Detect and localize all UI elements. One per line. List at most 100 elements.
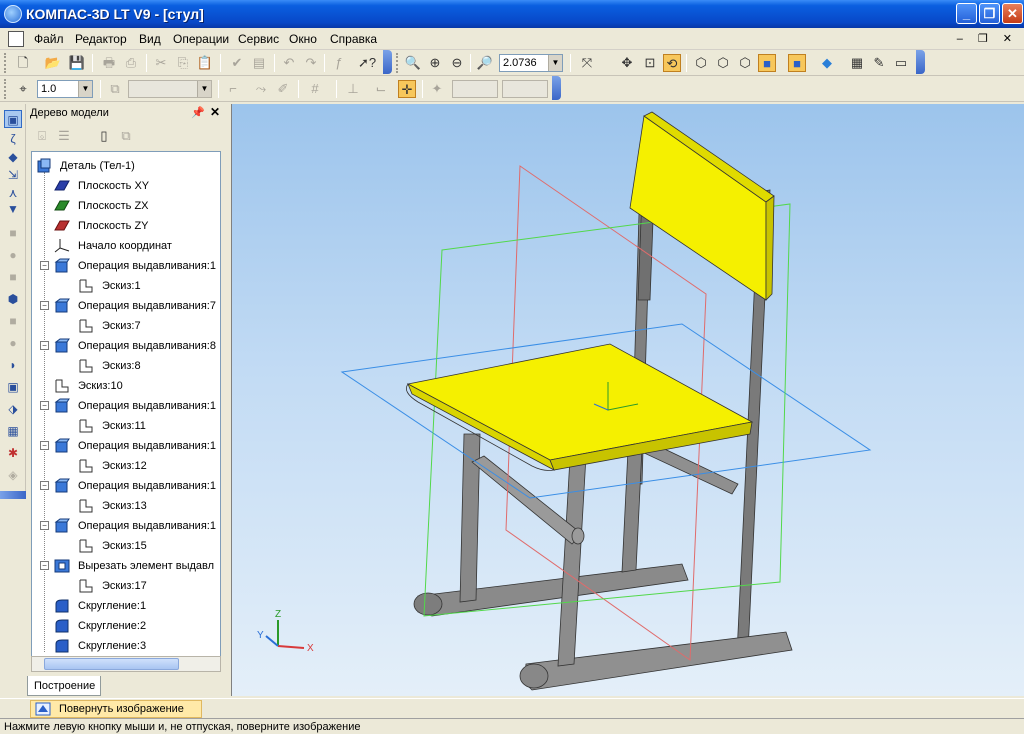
orientation-icon[interactable]: ⤧ bbox=[578, 54, 596, 72]
tree-mode-icon[interactable]: ⌺ bbox=[33, 127, 51, 145]
toolbar-end[interactable] bbox=[916, 50, 925, 74]
menu-help[interactable]: Справка bbox=[330, 32, 377, 46]
chevron-down-icon[interactable]: ▼ bbox=[78, 81, 92, 97]
toolbar-end[interactable] bbox=[552, 76, 561, 100]
pin-icon[interactable]: 📌 bbox=[191, 106, 205, 119]
toolbar-grip[interactable] bbox=[4, 79, 7, 99]
shaded-edges-icon[interactable]: ■ bbox=[788, 54, 806, 72]
collapse-icon[interactable]: − bbox=[40, 561, 49, 570]
layer-field[interactable]: ▼ bbox=[128, 80, 212, 98]
rotate-op-icon[interactable]: ● bbox=[4, 246, 22, 264]
print-preview-icon[interactable]: ⎙ bbox=[122, 54, 140, 72]
collapse-icon[interactable]: − bbox=[40, 261, 49, 270]
chamfer-op-icon[interactable]: ▣ bbox=[4, 378, 22, 396]
show-all-icon[interactable]: ⊡ bbox=[641, 54, 659, 72]
edit-icon[interactable]: ◆ bbox=[4, 148, 22, 166]
tree-relations-icon[interactable]: ⧉ bbox=[117, 127, 135, 145]
rotate-hint[interactable]: Повернуть изображение bbox=[30, 700, 202, 718]
step-field[interactable]: 1.0 ▼ bbox=[37, 80, 93, 98]
coord-x-field[interactable] bbox=[452, 80, 498, 98]
mdi-window-buttons[interactable]: – ❐ ✕ bbox=[957, 32, 1018, 45]
collapse-icon[interactable]: − bbox=[40, 441, 49, 450]
loft-op-icon[interactable]: ■ bbox=[4, 312, 22, 330]
menu-file[interactable]: Файл bbox=[34, 32, 64, 46]
zoom-out-icon[interactable]: ⊖ bbox=[448, 54, 466, 72]
paste-icon[interactable]: 📋 bbox=[196, 54, 214, 72]
chevron-down-icon[interactable]: ▼ bbox=[197, 81, 211, 97]
menu-operations[interactable]: Операции bbox=[173, 32, 229, 46]
menu-view[interactable]: Вид bbox=[139, 32, 161, 46]
app-icon[interactable] bbox=[4, 5, 22, 23]
menu-edit[interactable]: Редактор bbox=[75, 32, 127, 46]
variables-icon[interactable]: ƒ bbox=[330, 54, 348, 72]
help-pointer-icon[interactable]: ➚? bbox=[358, 54, 376, 72]
fillet-op-icon[interactable]: ◗ bbox=[4, 356, 22, 374]
hidden-lines-icon[interactable]: ⬡ bbox=[714, 54, 732, 72]
cut-op-icon[interactable]: ⬢ bbox=[4, 290, 22, 308]
hidden-lines-thin-icon[interactable]: ⬡ bbox=[736, 54, 754, 72]
panel-icon[interactable]: ▭ bbox=[892, 54, 910, 72]
menu-window[interactable]: Окно bbox=[289, 32, 317, 46]
snap-icon[interactable]: ✛ bbox=[398, 80, 416, 98]
collapse-icon[interactable]: − bbox=[40, 481, 49, 490]
ortho-icon[interactable]: ⌙ bbox=[372, 80, 390, 98]
toolbar-grip[interactable] bbox=[4, 53, 7, 73]
maximize-button[interactable]: ❐ bbox=[979, 3, 1000, 24]
cut-icon[interactable]: ✂ bbox=[152, 54, 170, 72]
toolbar-end[interactable] bbox=[383, 50, 392, 74]
document-icon[interactable] bbox=[8, 31, 24, 47]
print-icon[interactable]: 🖶 bbox=[100, 54, 118, 72]
geometry-icon[interactable]: ▣ bbox=[4, 110, 22, 128]
minimize-button[interactable]: _ bbox=[956, 3, 977, 24]
viewport-3d[interactable]: Z X Y bbox=[231, 104, 1024, 696]
dimensions-icon[interactable]: ζ bbox=[4, 130, 22, 148]
redo-icon[interactable]: ↷ bbox=[302, 54, 320, 72]
menu-service[interactable]: Сервис bbox=[238, 32, 279, 46]
zoom-scale-icon[interactable]: 🔎 bbox=[476, 54, 494, 72]
open-folder-icon[interactable]: 📂 bbox=[44, 54, 62, 72]
horizontal-scrollbar[interactable] bbox=[31, 656, 221, 672]
extrude-op-icon[interactable]: ■ bbox=[4, 224, 22, 242]
pan-icon[interactable]: ✥ bbox=[618, 54, 636, 72]
toolbar-end[interactable] bbox=[0, 491, 26, 499]
operation-icon[interactable]: ⤳ bbox=[252, 80, 270, 98]
mirror-op-icon[interactable]: ✱ bbox=[4, 444, 22, 462]
chevron-down-icon[interactable]: ▼ bbox=[548, 55, 562, 71]
undo-icon[interactable]: ↶ bbox=[280, 54, 298, 72]
coord-y-field[interactable] bbox=[502, 80, 548, 98]
collapse-icon[interactable]: − bbox=[40, 401, 49, 410]
copy-icon[interactable]: ⎘ bbox=[174, 54, 192, 72]
local-cs-icon[interactable]: ⊥ bbox=[344, 80, 362, 98]
collapse-icon[interactable]: − bbox=[40, 341, 49, 350]
shaded-icon[interactable]: ■ bbox=[758, 54, 776, 72]
zoom-in-icon[interactable]: ⊕ bbox=[426, 54, 444, 72]
new-document-icon[interactable]: 🗋 bbox=[14, 54, 32, 72]
step-cursor-icon[interactable]: ⌖ bbox=[14, 80, 32, 98]
grid-icon[interactable]: # bbox=[306, 80, 324, 98]
kinematic-op-icon[interactable]: ■ bbox=[4, 268, 22, 286]
rotate-icon[interactable]: ⟲ bbox=[663, 54, 681, 72]
tree-window-icon[interactable]: ▯ bbox=[95, 127, 113, 145]
tree-icon[interactable]: ▦ bbox=[848, 54, 866, 72]
close-button[interactable]: ✕ bbox=[1002, 3, 1023, 24]
array-op-icon[interactable]: ▦ bbox=[4, 422, 22, 440]
panel-close-button[interactable]: ✕ bbox=[210, 105, 220, 119]
zoom-window-icon[interactable]: 🔍 bbox=[404, 54, 422, 72]
layer-icon[interactable]: ⧉ bbox=[106, 80, 124, 98]
collapse-icon[interactable]: − bbox=[40, 521, 49, 530]
tools-icon[interactable]: ✎ bbox=[870, 54, 888, 72]
cursor-coords-icon[interactable]: ✦ bbox=[428, 80, 446, 98]
parametrize-icon[interactable]: ⇲ bbox=[4, 166, 22, 184]
properties-icon[interactable]: ✔ bbox=[228, 54, 246, 72]
rib-op-icon[interactable]: ⬗ bbox=[4, 400, 22, 418]
edit-operation-icon[interactable]: ✐ bbox=[274, 80, 292, 98]
wireframe-icon[interactable]: ⬡ bbox=[692, 54, 710, 72]
sketch-mode-icon[interactable]: ⌐ bbox=[224, 80, 242, 98]
filter-icon[interactable]: ▼ bbox=[4, 200, 22, 218]
tree-structure-icon[interactable]: ☰ bbox=[55, 127, 73, 145]
zoom-field[interactable]: 2.0736 ▼ bbox=[499, 54, 563, 72]
tab-construction[interactable]: Построение bbox=[27, 676, 101, 696]
model-tree[interactable]: Деталь (Тел-1) Плоскость XY Плоскость ZX Пл… bbox=[31, 151, 221, 661]
save-icon[interactable]: 💾 bbox=[68, 54, 86, 72]
attributes-icon[interactable]: ▤ bbox=[250, 54, 268, 72]
